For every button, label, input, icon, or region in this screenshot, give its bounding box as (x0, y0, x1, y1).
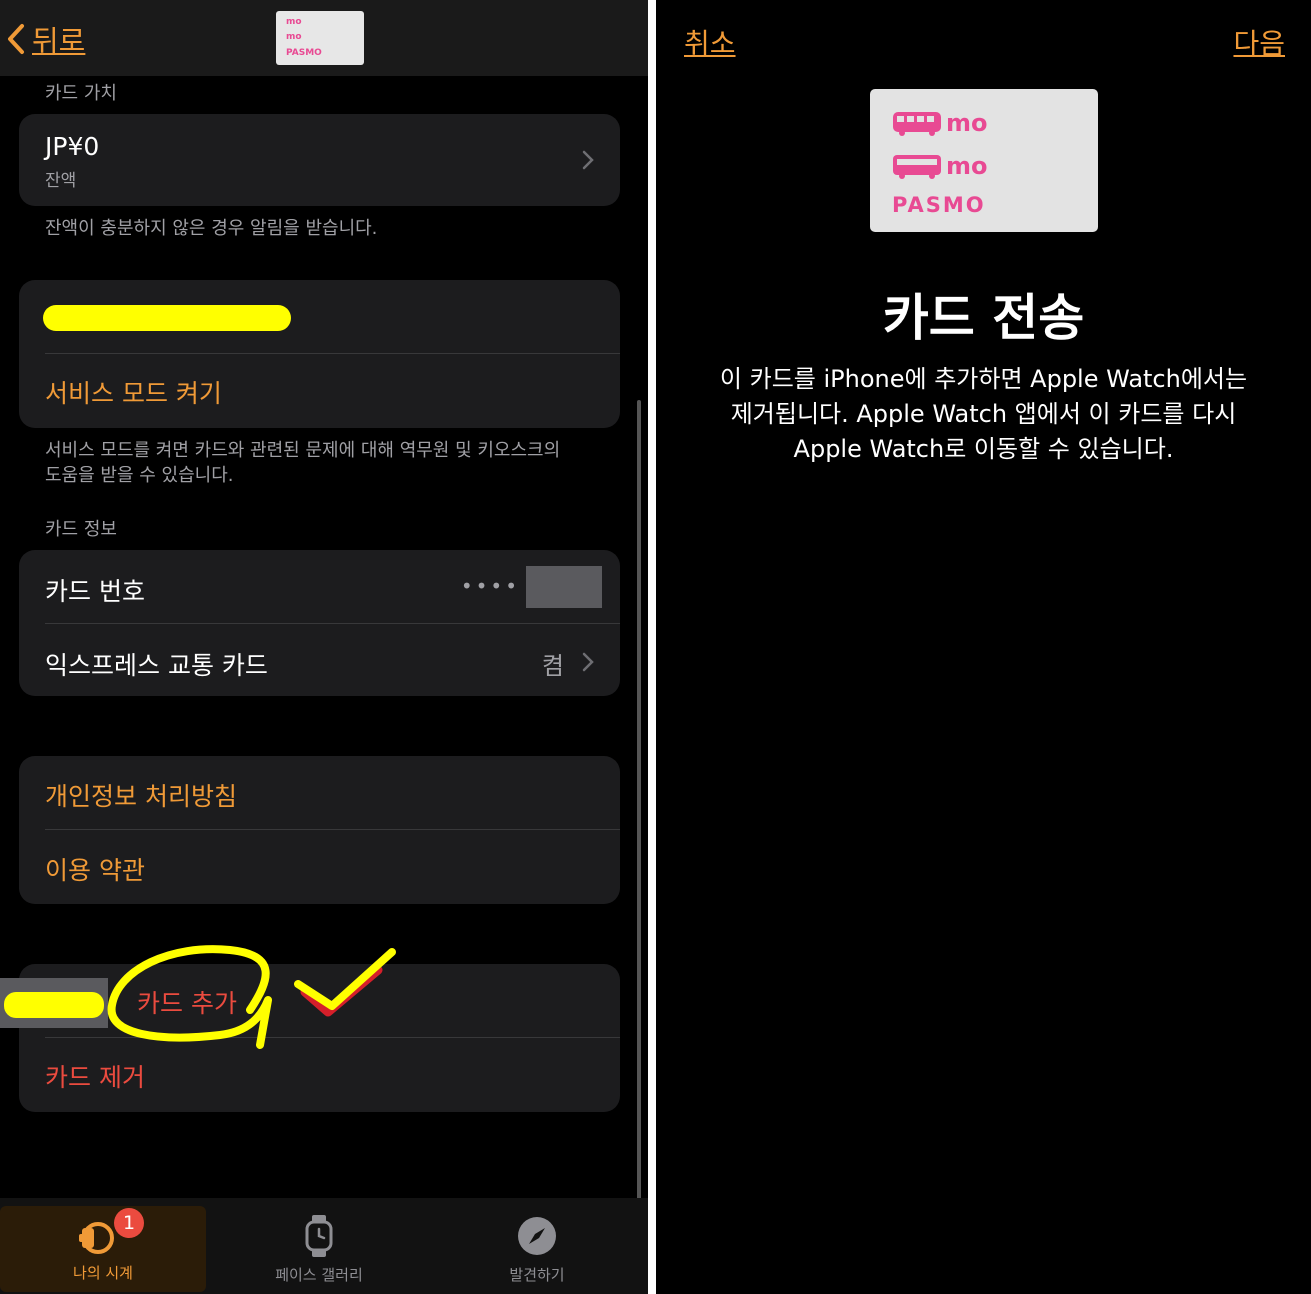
next-button[interactable]: 다음 (1233, 22, 1285, 62)
pasmo-logo-line: mo (286, 17, 302, 27)
annotation-circle (107, 945, 272, 1049)
navigation-bar: 뒤로 mo mo PASMO (0, 0, 648, 76)
tab-my-watch[interactable]: 1 나의 시계 (0, 1206, 206, 1292)
back-label: 뒤로 (32, 24, 86, 58)
terms-label: 이용 약관 (45, 856, 145, 885)
service-mode-label: 서비스 모드 켜기 (45, 379, 222, 408)
tab-label: 페이스 갤러리 (275, 1266, 363, 1284)
pasmo-logo-line: mo (892, 152, 988, 180)
redaction-highlight (43, 305, 291, 331)
balance-value: JP¥0 (45, 132, 100, 161)
card-info-group: 카드 번호 •••• 익스프레스 교통 카드 켬 (19, 550, 620, 696)
transfer-card-screen: 취소 다음 mo mo PASMO 카드 전송 이 카드를 iPhone에 추가… (656, 0, 1311, 1294)
express-transit-value: 켬 (541, 652, 564, 680)
service-mode-footnote: 서비스 모드를 켜면 카드와 관련된 문제에 대해 역무원 및 키오스크의 도움… (45, 438, 560, 488)
pasmo-wordmark: PASMO (892, 193, 986, 217)
pasmo-logo-line: mo (286, 32, 302, 42)
description-line: 이 카드를 iPhone에 추가하면 Apple Watch에서는 (719, 365, 1248, 393)
section-label-card-value: 카드 가치 (45, 83, 117, 104)
description-line: 제거됩니다. Apple Watch 앱에서 이 카드를 다시 (730, 400, 1237, 428)
compass-icon (518, 1217, 556, 1255)
service-mode-toggle[interactable]: 서비스 모드 켜기 (19, 354, 620, 428)
card-number-dots: •••• (460, 574, 520, 598)
scrollbar[interactable] (637, 400, 641, 1200)
annotation-overlay (107, 945, 396, 1049)
legal-group: 개인정보 처리방침 이용 약관 (19, 756, 620, 904)
privacy-policy-label: 개인정보 처리방침 (45, 782, 237, 811)
express-transit-label: 익스프레스 교통 카드 (45, 651, 268, 680)
chevron-right-icon (582, 150, 594, 170)
bus-icon (893, 155, 941, 179)
tab-label: 발견하기 (509, 1266, 565, 1284)
transfer-description: 이 카드를 iPhone에 추가하면 Apple Watch에서는 제거됩니다.… (656, 362, 1311, 467)
cancel-button[interactable]: 취소 (684, 22, 736, 62)
page-title: 카드 전송 (882, 289, 1085, 347)
chevron-left-icon (8, 24, 24, 54)
pasmo-logo-line: PASMO (286, 48, 322, 58)
balance-footnote: 잔액이 충분하지 않은 경우 알림을 받습니다. (45, 218, 378, 239)
card-number-row: 카드 번호 •••• (19, 550, 620, 624)
card-thumbnail: mo mo PASMO (276, 11, 364, 65)
tab-bar: 1 나의 시계 페이스 갤러리 발견하기 (0, 1198, 648, 1294)
privacy-policy-link[interactable]: 개인정보 처리방침 (19, 756, 620, 830)
terms-link[interactable]: 이용 약관 (19, 830, 620, 904)
pasmo-card-image: mo mo PASMO (870, 89, 1098, 232)
redaction-highlight (4, 992, 104, 1018)
balance-caption: 잔액 (45, 171, 77, 191)
redaction-box (526, 566, 602, 608)
notification-badge: 1 (114, 1208, 144, 1238)
footnote-line: 도움을 받을 수 있습니다. (45, 465, 234, 486)
description-line: Apple Watch로 이동할 수 있습니다. (793, 435, 1174, 463)
footnote-line: 서비스 모드를 켜면 카드와 관련된 문제에 대해 역무원 및 키오스크의 (45, 440, 561, 461)
express-transit-row[interactable]: 익스프레스 교통 카드 켬 (19, 624, 620, 696)
watch-wallet-card-detail-screen: 뒤로 mo mo PASMO 카드 가치 JP¥0 잔액 잔액이 충분하지 않은… (0, 0, 648, 1294)
watch-face-icon (305, 1215, 333, 1257)
service-mode-group: 서비스 모드 켜기 (19, 280, 620, 428)
tab-label: 나의 시계 (73, 1264, 133, 1282)
balance-row[interactable]: JP¥0 잔액 (19, 114, 620, 206)
card-number-label: 카드 번호 (45, 577, 145, 606)
train-icon (893, 112, 941, 136)
chevron-right-icon (582, 652, 594, 672)
remove-card-label: 카드 제거 (45, 1063, 145, 1092)
back-button[interactable]: 뒤로 (6, 18, 85, 60)
pasmo-logo-line: mo (892, 109, 988, 137)
section-label-card-info: 카드 정보 (45, 519, 117, 540)
